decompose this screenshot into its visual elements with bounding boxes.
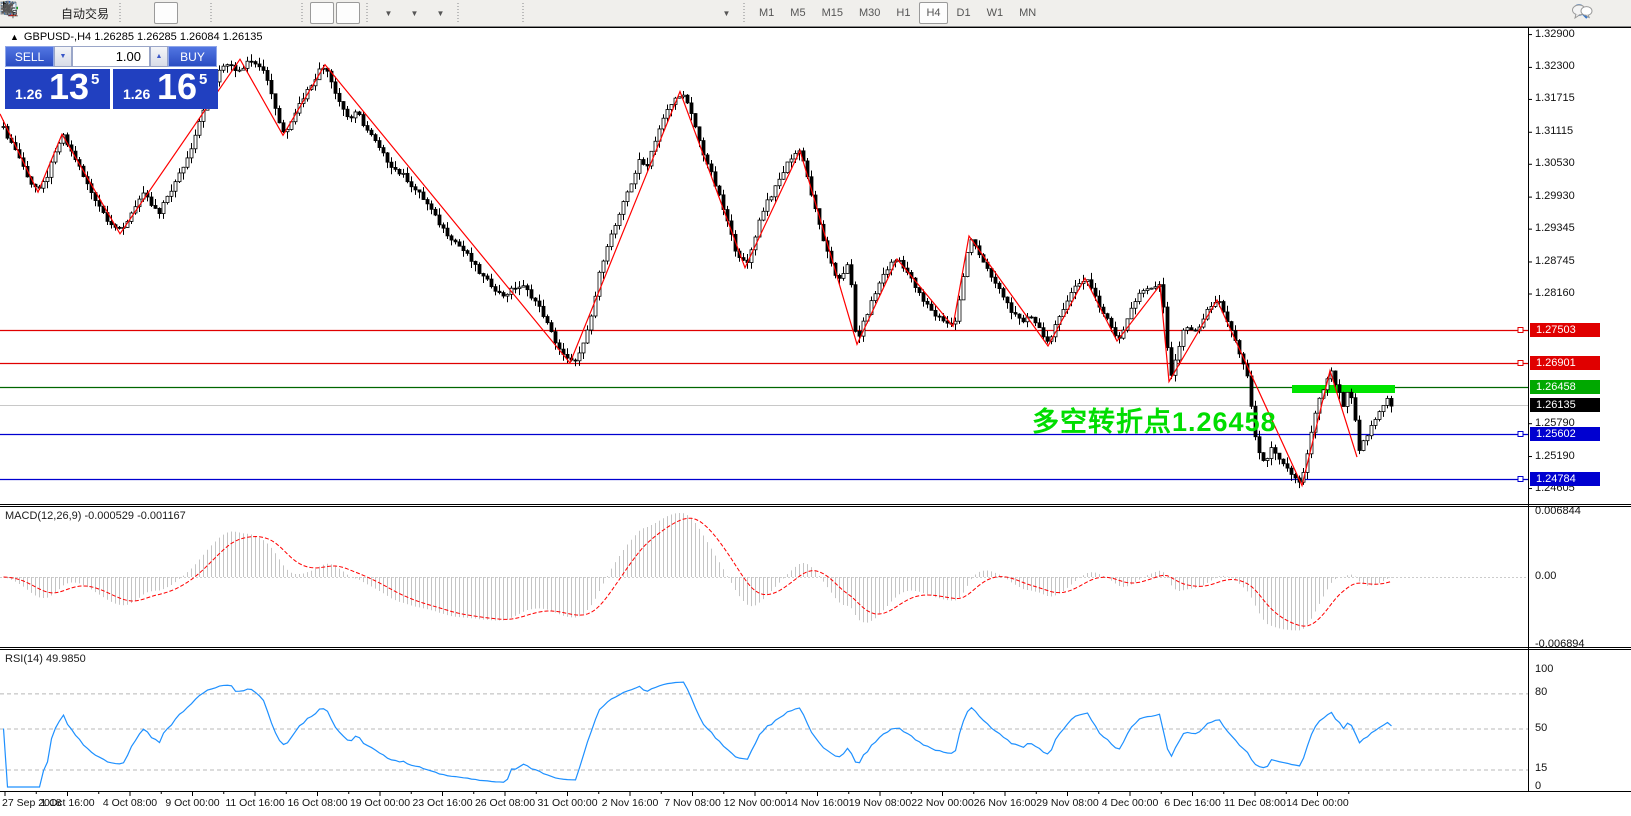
buy-price-box[interactable]: 1.26 16 5 xyxy=(113,69,218,109)
time-axis-label: 26 Nov 16:00 xyxy=(974,797,1036,809)
macd-indicator-label: MACD(12,26,9) -0.000529 -0.001167 xyxy=(5,510,186,522)
buy-price-pip: 5 xyxy=(199,71,207,88)
time-axis-label: 1 Oct 16:00 xyxy=(40,797,94,809)
time-axis-label: 14 Nov 16:00 xyxy=(786,797,848,809)
sell-price-pip: 5 xyxy=(91,71,99,88)
price-tick-label: 1.28160 xyxy=(1535,287,1575,299)
price-level-badge: 1.26458 xyxy=(1530,380,1600,394)
time-axis-label: 9 Oct 00:00 xyxy=(165,797,219,809)
time-axis-label: 31 Oct 00:00 xyxy=(537,797,597,809)
volume-decrease-button[interactable]: ▼ xyxy=(54,46,72,67)
price-chart[interactable] xyxy=(0,0,1631,816)
time-axis-label: 6 Dec 16:00 xyxy=(1164,797,1221,809)
macd-axis-label: 0.00 xyxy=(1535,570,1556,582)
rsi-axis-label: 80 xyxy=(1535,686,1547,698)
symbol-header: ▲ GBPUSD-,H4 1.26285 1.26285 1.26084 1.26… xyxy=(10,31,262,43)
price-tick-label: 1.29930 xyxy=(1535,190,1575,202)
price-level-badge: 1.27503 xyxy=(1530,323,1600,337)
price-tick-label: 1.31115 xyxy=(1535,125,1573,137)
macd-axis-label: -0.006894 xyxy=(1535,638,1585,650)
macd-axis-label: 0.006844 xyxy=(1535,505,1581,517)
expand-triangle-icon[interactable]: ▲ xyxy=(10,32,19,42)
time-axis-label: 14 Dec 00:00 xyxy=(1286,797,1348,809)
one-click-trading-panel: SELL ▼ ▲ BUY 1.26 13 5 1.26 16 5 xyxy=(5,46,233,109)
price-level-badge: 1.24784 xyxy=(1530,472,1600,486)
rsi-axis-label: 50 xyxy=(1535,722,1547,734)
time-axis-label: 22 Nov 00:00 xyxy=(911,797,973,809)
buy-price-big: 16 xyxy=(157,66,197,108)
volume-increase-button[interactable]: ▲ xyxy=(150,46,168,67)
rsi-line xyxy=(4,682,1392,787)
price-tick-label: 1.32900 xyxy=(1535,28,1575,40)
time-axis-label: 16 Oct 08:00 xyxy=(287,797,347,809)
time-axis-label: 11 Oct 16:00 xyxy=(225,797,284,809)
price-level-badge: 1.25602 xyxy=(1530,427,1600,441)
buy-price-prefix: 1.26 xyxy=(123,86,150,102)
macd-histogram xyxy=(4,513,1392,630)
price-level-badge: 1.26901 xyxy=(1530,356,1600,370)
time-axis-label: 11 Dec 08:00 xyxy=(1224,797,1286,809)
time-axis-label: 26 Oct 08:00 xyxy=(475,797,535,809)
rsi-axis-label: 0 xyxy=(1535,780,1541,792)
rsi-axis-label: 15 xyxy=(1535,762,1547,774)
price-tick-label: 1.32300 xyxy=(1535,60,1575,72)
time-axis-label: 19 Nov 08:00 xyxy=(849,797,911,809)
time-axis-label: 4 Dec 00:00 xyxy=(1102,797,1159,809)
time-axis-label: 23 Oct 16:00 xyxy=(412,797,472,809)
volume-input[interactable] xyxy=(72,46,150,67)
pivot-annotation-text: 多空转折点1.26458 xyxy=(1032,400,1277,439)
current-price-badge: 1.26135 xyxy=(1530,398,1600,412)
sell-price-box[interactable]: 1.26 13 5 xyxy=(5,69,110,109)
time-axis-label: 2 Nov 16:00 xyxy=(602,797,659,809)
buy-button[interactable]: BUY xyxy=(168,46,217,67)
price-tick-label: 1.28745 xyxy=(1535,255,1575,267)
price-tick-label: 1.29345 xyxy=(1535,222,1575,234)
time-axis-label: 12 Nov 00:00 xyxy=(724,797,786,809)
sell-price-prefix: 1.26 xyxy=(15,86,42,102)
price-tick-label: 1.25190 xyxy=(1535,450,1575,462)
price-tick-label: 1.30530 xyxy=(1535,157,1575,169)
horizontal-lines[interactable] xyxy=(0,328,1528,482)
mt4-terminal: { "toolbar": { "order_label": "单", "auto… xyxy=(0,0,1631,816)
sell-button[interactable]: SELL xyxy=(5,46,54,67)
price-tick-label: 1.31715 xyxy=(1535,92,1575,104)
time-axis-label: 7 Nov 08:00 xyxy=(664,797,721,809)
symbol-ohlc-text: GBPUSD-,H4 1.26285 1.26285 1.26084 1.261… xyxy=(24,31,263,43)
sell-price-big: 13 xyxy=(49,66,89,108)
time-axis-label: 19 Oct 00:00 xyxy=(350,797,410,809)
time-axis-label: 4 Oct 08:00 xyxy=(103,797,157,809)
rsi-indicator-label: RSI(14) 49.9850 xyxy=(5,653,86,665)
rsi-axis-label: 100 xyxy=(1535,663,1553,675)
time-axis-label: 29 Nov 08:00 xyxy=(1036,797,1098,809)
